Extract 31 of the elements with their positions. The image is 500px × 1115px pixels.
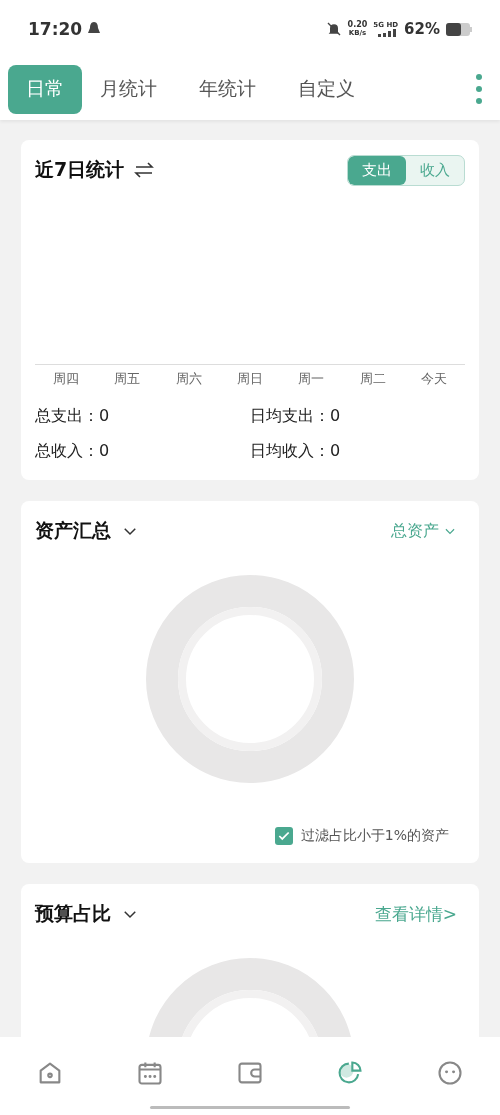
clock-time: 17:20: [28, 19, 83, 39]
stat-text: 总收入：0: [35, 441, 111, 462]
network-speed: 0.20: [347, 21, 368, 29]
battery-percent: 62%: [404, 20, 440, 38]
tab[interactable]: 自定义: [280, 64, 373, 114]
tab[interactable]: 月统计: [82, 64, 175, 114]
axis-label: 周六: [175, 370, 202, 388]
axis-label: 周日: [236, 370, 263, 388]
axis-label: 今天: [421, 370, 448, 388]
tab[interactable]: 年统计: [181, 64, 274, 114]
stat-text: 日均支出：0: [250, 406, 342, 427]
vertical-dots-icon: [476, 74, 482, 104]
battery-icon: [446, 22, 472, 36]
axis-label: 周四: [52, 370, 79, 388]
nav-button[interactable]: [436, 1059, 464, 1087]
swap-arrows-icon[interactable]: [134, 162, 155, 178]
axis-label: 周一: [298, 370, 325, 388]
card-title[interactable]: 资产汇总: [35, 518, 111, 544]
more-icon: [436, 1059, 464, 1087]
signal-icon: [375, 29, 396, 37]
checkbox[interactable]: [274, 827, 293, 845]
muted-bell-icon: [325, 21, 342, 37]
axis-label: 周五: [114, 370, 141, 388]
filter-label: 过滤占比小于1%的资产: [300, 827, 449, 845]
penguin-icon: [88, 22, 101, 36]
stat-text: 日均收入：0: [250, 441, 342, 462]
card-title[interactable]: 预算占比: [35, 901, 111, 927]
card-title: 近7日统计: [35, 157, 125, 182]
stat-text: 总支出：0: [35, 406, 111, 427]
checkmark-icon: [276, 829, 291, 843]
axis-label: 周二: [359, 370, 386, 388]
